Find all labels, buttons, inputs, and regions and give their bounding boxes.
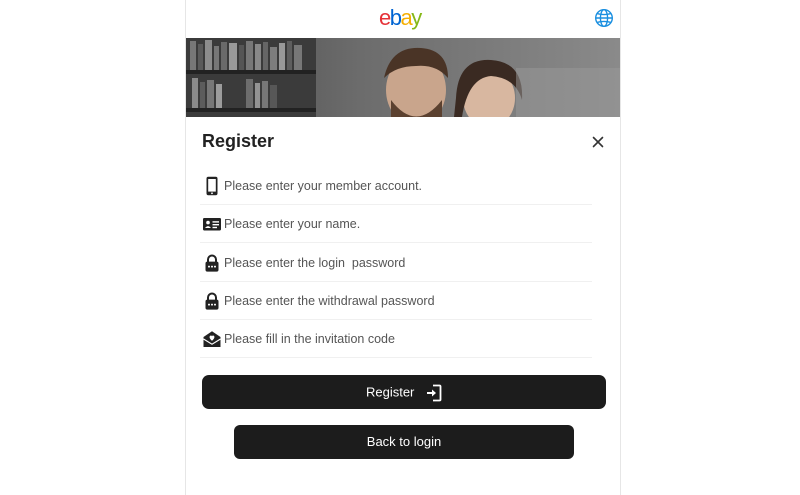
lock-icon [205, 254, 219, 272]
modal-title: Register [202, 131, 275, 151]
hero-banner-image [186, 38, 620, 117]
register-button-label: Register [365, 384, 415, 400]
ebay-logo[interactable]: ebay [379, 4, 422, 32]
back-to-login-button[interactable]: Back to login [234, 425, 574, 459]
logo-letter-e: e [379, 5, 391, 30]
logo-letter-y: y [411, 5, 422, 30]
name-input[interactable] [224, 213, 584, 235]
mobile-frame: ebay Register Please enter your member a… [185, 0, 621, 495]
register-button[interactable]: Register [202, 375, 606, 409]
login-password-input[interactable] [224, 252, 584, 274]
logo-letter-b: b [389, 5, 402, 30]
withdrawal-password-input[interactable] [224, 290, 584, 312]
phone-icon [206, 176, 218, 196]
login-password-field-row [200, 244, 592, 282]
withdrawal-password-field-row [200, 282, 592, 320]
member-account-input[interactable] [224, 175, 584, 197]
invitation-code-field-row [200, 320, 592, 358]
invitation-code-input[interactable] [224, 328, 584, 350]
top-bar: ebay [186, 0, 620, 38]
envelope-heart-icon [203, 331, 221, 347]
member-account-field-row [200, 167, 592, 205]
name-field-row [200, 205, 592, 243]
close-icon[interactable] [590, 134, 606, 150]
globe-icon[interactable] [594, 8, 614, 28]
lock-icon [205, 292, 219, 310]
id-card-icon [203, 218, 221, 231]
logo-letter-a: a [400, 5, 413, 30]
page: ebay Register Please enter your member a… [0, 0, 800, 495]
sign-in-icon [427, 384, 442, 401]
